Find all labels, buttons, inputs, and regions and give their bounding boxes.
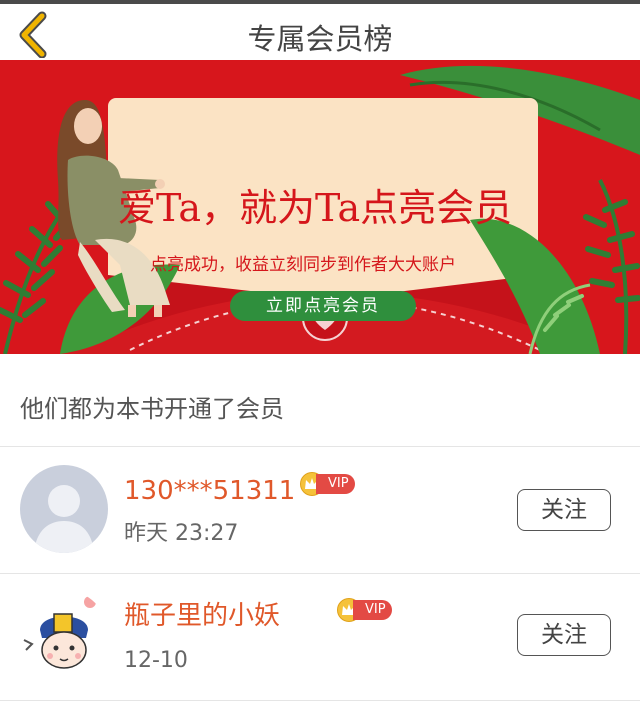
- cartoon-avatar-icon[interactable]: [20, 590, 108, 678]
- vip-label: VIP: [316, 474, 355, 494]
- banner-subtitle: 点亮成功，收益立刻同步到作者大大账户: [150, 255, 456, 275]
- member-row[interactable]: 130***51311 VIP 昨天 23:27 关注: [0, 447, 640, 573]
- member-name: 瓶子里的小妖: [124, 601, 281, 631]
- follow-button[interactable]: 关注: [517, 489, 611, 531]
- member-name: 130***51311: [124, 476, 296, 506]
- promo-banner[interactable]: 爱Ta，就为Ta点亮会员 点亮成功，收益立刻同步到作者大大账户 立即点亮会员: [0, 60, 640, 354]
- member-row[interactable]: 瓶子里的小妖 VIP 12-10 关注: [0, 574, 640, 700]
- section-title: 他们都为本书开通了会员: [20, 395, 284, 423]
- vip-label: VIP: [353, 600, 392, 620]
- divider: [0, 700, 640, 701]
- default-avatar-icon[interactable]: [20, 465, 108, 553]
- member-time: 12-10: [124, 648, 188, 673]
- banner-headline: 爱Ta，就为Ta点亮会员: [118, 186, 513, 230]
- page-title: 专属会员榜: [247, 22, 393, 56]
- header-bar: 专属会员榜: [0, 4, 640, 60]
- member-time: 昨天 23:27: [124, 521, 239, 546]
- light-up-membership-button[interactable]: 立即点亮会员: [230, 291, 416, 321]
- follow-button[interactable]: 关注: [517, 614, 611, 656]
